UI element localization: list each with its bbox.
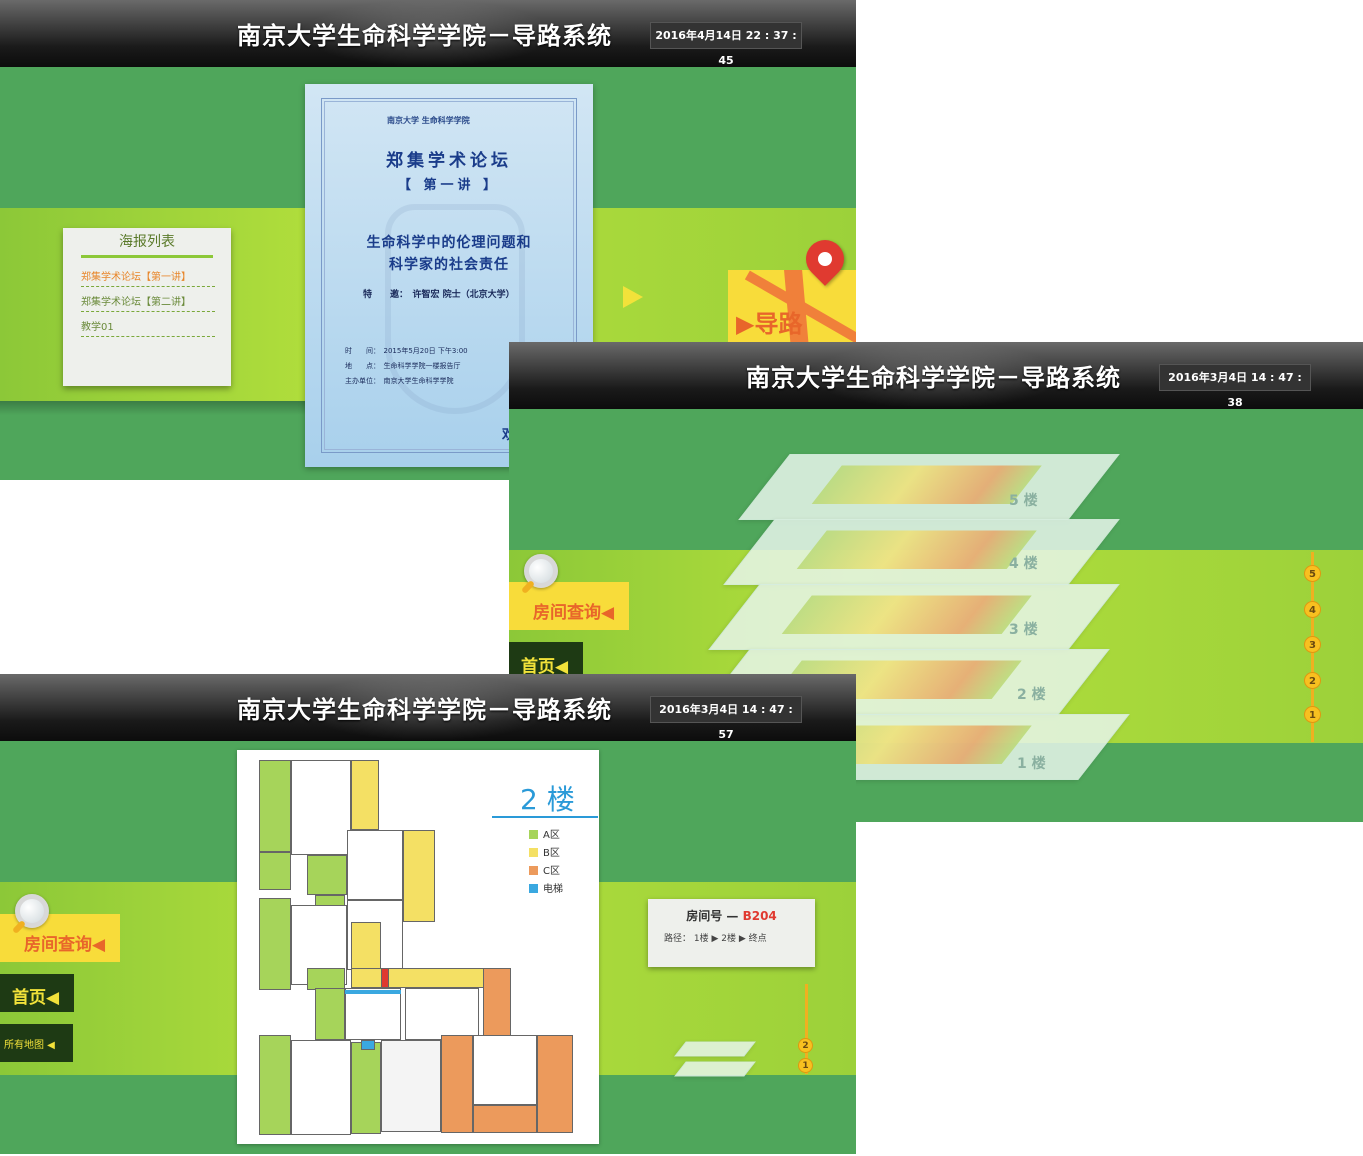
poster-list-item[interactable]: 郑集学术论坛【第一讲】	[81, 268, 215, 287]
room-search-label: 房间查询◀	[24, 935, 106, 955]
play-arrow-icon[interactable]	[623, 286, 643, 308]
map-room[interactable]	[351, 1042, 381, 1134]
floor-button-1[interactable]: 1	[1304, 706, 1321, 723]
poster-institution: 南京大学 生命科学学院	[387, 116, 470, 125]
map-room[interactable]	[291, 1040, 351, 1135]
route-text: 路径： 1楼 ▶ 2楼 ▶ 终点	[664, 934, 767, 944]
room-number-value: B204	[742, 909, 777, 923]
legend-label: B区	[543, 848, 560, 859]
poster-host: 主办单位： 南京大学生命科学学院	[345, 377, 454, 385]
map-room[interactable]	[441, 1035, 473, 1133]
floor-button-3[interactable]: 3	[1304, 636, 1321, 653]
legend-label: 电梯	[543, 884, 563, 895]
datetime-display: 2016年3月4日 14 : 47 : 38	[1159, 364, 1311, 409]
legend-b: B区	[529, 844, 560, 859]
map-room[interactable]	[259, 852, 291, 890]
room-info-card: 房间号 — B204 路径： 1楼 ▶ 2楼 ▶ 终点	[648, 899, 815, 967]
floor-layer-4[interactable]	[723, 519, 1120, 585]
map-room[interactable]	[351, 760, 379, 830]
floor-layer-5[interactable]	[738, 454, 1120, 520]
floor-label: 4 楼	[1009, 556, 1038, 572]
map-room[interactable]	[351, 968, 491, 988]
floor-label: 5 楼	[1009, 493, 1038, 509]
datetime-display: 2016年4月14日 22 : 37 : 45	[650, 22, 802, 67]
legend-swatch	[529, 884, 538, 893]
floor-button-1[interactable]: 1	[798, 1058, 813, 1073]
app-title: 南京大学生命科学学院－导路系统	[237, 695, 612, 724]
map-floor-title: 2 楼	[520, 783, 575, 816]
magnifier-icon	[524, 554, 558, 588]
map-room[interactable]	[259, 1035, 291, 1135]
mini-floor-layer-2[interactable]	[674, 1041, 756, 1057]
highlight-room-b204[interactable]	[381, 968, 389, 988]
home-button[interactable]: 首页◀	[0, 974, 74, 1012]
map-room[interactable]	[307, 968, 345, 990]
datetime-display: 2016年3月4日 14 : 47 : 57	[650, 696, 802, 741]
poster-guest: 特 邀： 许智宏 院士（北京大学）	[363, 290, 515, 300]
navigation-button[interactable]: ▶导路	[728, 270, 856, 345]
legend-swatch	[529, 848, 538, 857]
map-room[interactable]	[259, 760, 291, 852]
map-room[interactable]	[403, 830, 435, 922]
legend-elevator: 电梯	[529, 880, 563, 895]
elevator	[361, 1040, 375, 1050]
poster-time: 时 间： 2015年5月20日 下午3:00	[345, 347, 468, 355]
floor-plan	[811, 465, 1042, 505]
floor-plan	[781, 595, 1032, 635]
legend-label: C区	[543, 866, 560, 877]
all-maps-label: 所有地图 ◀	[4, 1040, 55, 1051]
app-title: 南京大学生命科学学院－导路系统	[746, 363, 1121, 392]
route-path	[345, 990, 401, 994]
legend-c: C区	[529, 862, 560, 877]
floor-button-2[interactable]: 2	[798, 1038, 813, 1053]
poster-topic-line2: 科学家的社会责任	[389, 257, 509, 273]
map-room[interactable]	[483, 968, 511, 1038]
legend-swatch	[529, 830, 538, 839]
mini-floor-layer-1[interactable]	[674, 1061, 756, 1077]
map-room[interactable]	[473, 1105, 537, 1133]
map-title-underline	[492, 816, 598, 818]
legend-label: A区	[543, 830, 560, 841]
floor-map-screen: 南京大学生命科学学院－导路系统 2016年3月4日 14 : 47 : 57 房…	[0, 674, 856, 1154]
legend-a: A区	[529, 826, 560, 841]
app-title: 南京大学生命科学学院－导路系统	[237, 21, 612, 50]
home-label: 首页◀	[12, 988, 60, 1008]
map-room[interactable]	[537, 1035, 573, 1133]
floor-layer-3[interactable]	[708, 584, 1120, 650]
room-number-heading: 房间号 — B204	[648, 907, 815, 924]
floor-button-5[interactable]: 5	[1304, 565, 1321, 582]
poster-topic-line1: 生命科学中的伦理问题和	[366, 235, 532, 251]
floor-label: 3 楼	[1009, 622, 1038, 638]
poster-list-item[interactable]: 郑集学术论坛【第二讲】	[81, 293, 215, 312]
room-number-label: 房间号 —	[686, 909, 743, 923]
poster-lecture: 【 第一讲 】	[397, 178, 501, 193]
map-room[interactable]	[307, 855, 347, 895]
floor-map-panel: 2 楼 A区 B区 C区 电梯	[237, 750, 599, 1144]
floor-button-2[interactable]: 2	[1304, 672, 1321, 689]
room-search-label: 房间查询◀	[533, 603, 615, 623]
poster-place: 地 点： 生命科学学院一楼报告厅	[345, 362, 461, 370]
poster-list-card: 海报列表 郑集学术论坛【第一讲】 郑集学术论坛【第二讲】 教学01	[63, 228, 231, 386]
map-room[interactable]	[347, 830, 403, 900]
floor-label: 1 楼	[1017, 756, 1046, 772]
magnifier-icon	[15, 894, 49, 928]
floor-plan	[796, 530, 1037, 570]
poster-list-item[interactable]: 教学01	[81, 318, 215, 337]
poster-list-heading: 海报列表	[63, 228, 231, 258]
map-room[interactable]	[473, 1035, 537, 1105]
map-room[interactable]	[259, 898, 291, 990]
floor-button-4[interactable]: 4	[1304, 601, 1321, 618]
map-room[interactable]	[345, 988, 401, 1040]
legend-swatch	[529, 866, 538, 875]
map-room[interactable]	[315, 988, 345, 1040]
all-maps-button[interactable]: 所有地图 ◀	[0, 1024, 73, 1062]
navigation-label: ▶导路	[736, 310, 803, 338]
map-room[interactable]	[291, 760, 351, 855]
poster-title: 郑集学术论坛	[386, 151, 512, 171]
map-hall	[381, 1040, 441, 1132]
map-room[interactable]	[405, 988, 479, 1040]
floor-label: 2 楼	[1017, 687, 1046, 703]
